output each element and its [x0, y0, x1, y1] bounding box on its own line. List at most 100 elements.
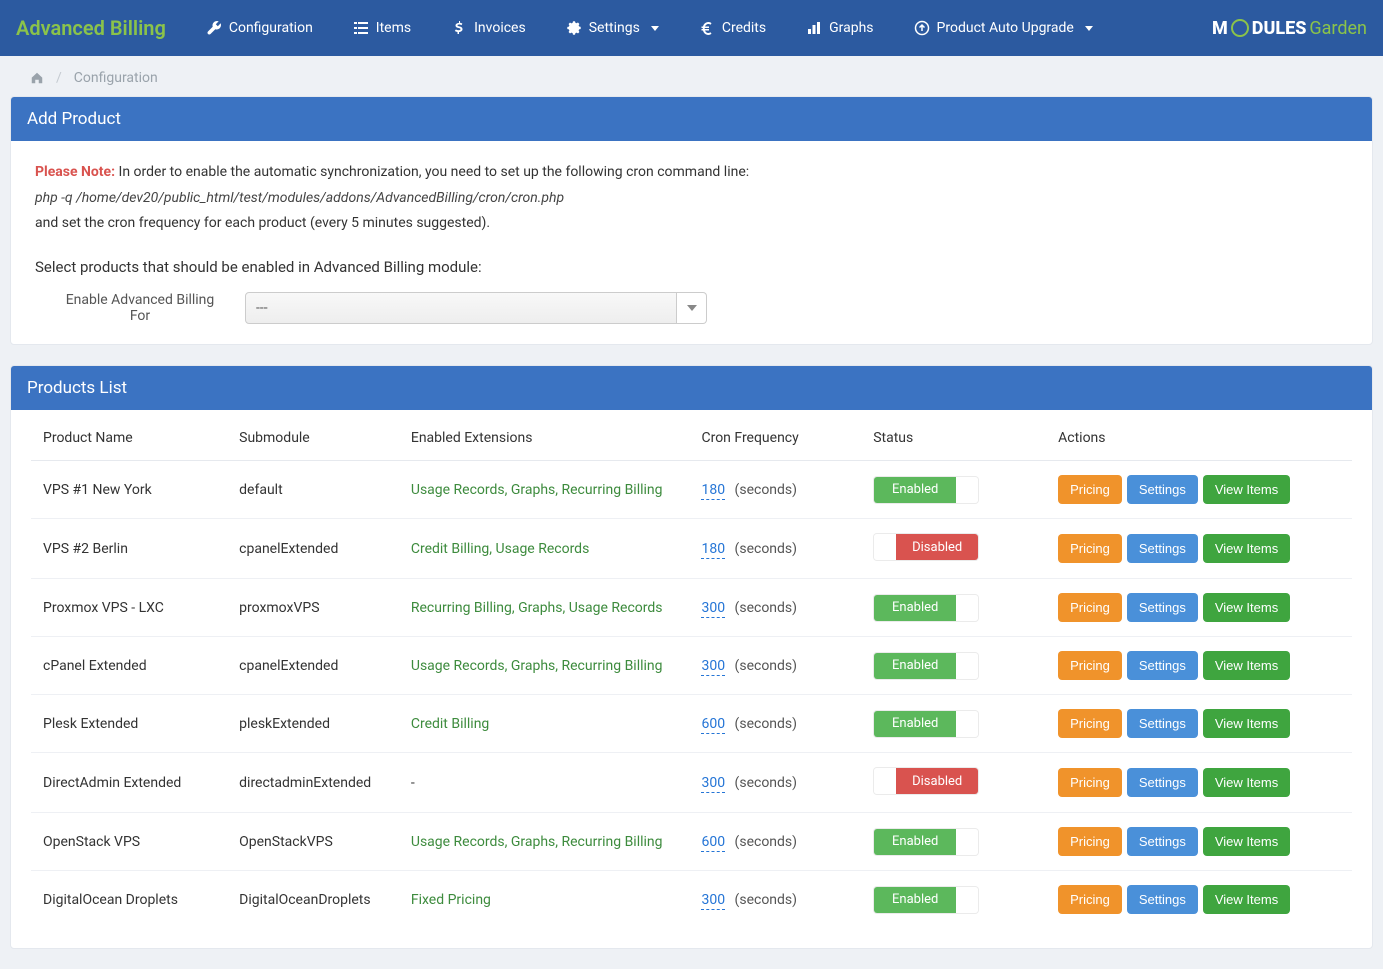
pricing-button[interactable]: Pricing — [1058, 534, 1122, 563]
settings-button[interactable]: Settings — [1127, 885, 1198, 914]
add-product-panel: Add Product Please Note: In order to ena… — [10, 96, 1373, 345]
nav-settings[interactable]: Settings — [546, 2, 679, 54]
status-toggle[interactable]: Enabled — [873, 652, 979, 680]
settings-button[interactable]: Settings — [1127, 475, 1198, 504]
cell-status: Enabled — [863, 579, 1048, 637]
view-items-button[interactable]: View Items — [1203, 593, 1290, 622]
product-select-value[interactable]: --- — [245, 292, 677, 324]
cell-extensions: Recurring Billing, Graphs, Usage Records — [401, 579, 692, 637]
status-toggle[interactable]: Disabled — [873, 767, 979, 795]
nav-configuration[interactable]: Configuration — [186, 2, 333, 54]
cell-submodule: cpanelExtended — [229, 637, 401, 695]
nav-invoices[interactable]: Invoices — [431, 2, 546, 54]
chevron-down-icon — [651, 26, 659, 31]
col-submodule: Submodule — [229, 416, 401, 461]
cell-extensions: Fixed Pricing — [401, 871, 692, 929]
pricing-button[interactable]: Pricing — [1058, 709, 1122, 738]
nav-graphs[interactable]: Graphs — [786, 2, 893, 54]
cell-cron: 300 (seconds) — [691, 871, 863, 929]
cell-actions: PricingSettingsView Items — [1048, 519, 1352, 579]
cell-extensions: Credit Billing, Usage Records — [401, 519, 692, 579]
nav-label: Configuration — [229, 20, 313, 36]
cron-value[interactable]: 180 — [701, 541, 725, 559]
globe-icon — [1231, 19, 1249, 37]
cell-product-name: DirectAdmin Extended — [31, 753, 229, 813]
cron-unit: (seconds) — [731, 716, 797, 732]
cell-actions: PricingSettingsView Items — [1048, 695, 1352, 753]
cron-value[interactable]: 300 — [701, 892, 725, 910]
cron-value[interactable]: 600 — [701, 834, 725, 852]
enable-billing-row: Enable Advanced Billing For --- — [35, 292, 1348, 324]
cell-extensions: Usage Records, Graphs, Recurring Billing — [401, 461, 692, 519]
status-toggle[interactable]: Enabled — [873, 594, 979, 622]
toggle-knob — [956, 887, 978, 913]
table-row: cPanel ExtendedcpanelExtendedUsage Recor… — [31, 637, 1352, 695]
pricing-button[interactable]: Pricing — [1058, 593, 1122, 622]
cron-value[interactable]: 300 — [701, 775, 725, 793]
nav-label: Product Auto Upgrade — [937, 20, 1074, 36]
enable-billing-label: Enable Advanced Billing For — [35, 292, 225, 324]
cell-submodule: directadminExtended — [229, 753, 401, 813]
col-product-name: Product Name — [31, 416, 229, 461]
settings-button[interactable]: Settings — [1127, 768, 1198, 797]
view-items-button[interactable]: View Items — [1203, 885, 1290, 914]
top-nav: Advanced Billing Configuration Items Inv… — [0, 0, 1383, 56]
toggle-knob — [956, 595, 978, 621]
view-items-button[interactable]: View Items — [1203, 475, 1290, 504]
cell-submodule: default — [229, 461, 401, 519]
status-toggle[interactable]: Enabled — [873, 828, 979, 856]
table-row: DirectAdmin ExtendeddirectadminExtended-… — [31, 753, 1352, 813]
status-toggle[interactable]: Enabled — [873, 476, 979, 504]
cron-value[interactable]: 600 — [701, 716, 725, 734]
nav-items-link[interactable]: Items — [333, 2, 431, 54]
toggle-label: Enabled — [874, 829, 956, 855]
settings-button[interactable]: Settings — [1127, 651, 1198, 680]
nav-credits[interactable]: Credits — [679, 2, 786, 54]
list-icon — [353, 20, 369, 36]
cell-product-name: cPanel Extended — [31, 637, 229, 695]
settings-button[interactable]: Settings — [1127, 593, 1198, 622]
view-items-button[interactable]: View Items — [1203, 651, 1290, 680]
col-extensions: Enabled Extensions — [401, 416, 692, 461]
view-items-button[interactable]: View Items — [1203, 709, 1290, 738]
cron-unit: (seconds) — [731, 892, 797, 908]
note-text: In order to enable the automatic synchro… — [119, 164, 750, 180]
pricing-button[interactable]: Pricing — [1058, 768, 1122, 797]
view-items-button[interactable]: View Items — [1203, 768, 1290, 797]
nav-items: Configuration Items Invoices Settings — [186, 2, 1212, 54]
view-items-button[interactable]: View Items — [1203, 534, 1290, 563]
cron-value[interactable]: 300 — [701, 600, 725, 618]
cron-value[interactable]: 180 — [701, 482, 725, 500]
status-toggle[interactable]: Enabled — [873, 886, 979, 914]
cell-product-name: Proxmox VPS - LXC — [31, 579, 229, 637]
toggle-label: Enabled — [874, 887, 956, 913]
product-select[interactable]: --- — [245, 292, 707, 324]
cron-note: Please Note: In order to enable the auto… — [35, 161, 1348, 183]
cell-status: Enabled — [863, 813, 1048, 871]
cron-unit: (seconds) — [731, 482, 797, 498]
status-toggle[interactable]: Disabled — [873, 533, 979, 561]
product-select-toggle[interactable] — [677, 292, 707, 324]
status-toggle[interactable]: Enabled — [873, 710, 979, 738]
settings-button[interactable]: Settings — [1127, 709, 1198, 738]
cell-product-name: OpenStack VPS — [31, 813, 229, 871]
pricing-button[interactable]: Pricing — [1058, 651, 1122, 680]
nav-auto-upgrade[interactable]: Product Auto Upgrade — [894, 2, 1113, 54]
home-icon[interactable] — [30, 71, 44, 85]
cell-product-name: Plesk Extended — [31, 695, 229, 753]
note-text-2: and set the cron frequency for each prod… — [35, 212, 1348, 234]
panel-body: Product Name Submodule Enabled Extension… — [11, 410, 1372, 948]
settings-button[interactable]: Settings — [1127, 534, 1198, 563]
pricing-button[interactable]: Pricing — [1058, 827, 1122, 856]
cell-submodule: OpenStackVPS — [229, 813, 401, 871]
pricing-button[interactable]: Pricing — [1058, 475, 1122, 504]
cell-submodule: DigitalOceanDroplets — [229, 871, 401, 929]
cell-actions: PricingSettingsView Items — [1048, 813, 1352, 871]
settings-button[interactable]: Settings — [1127, 827, 1198, 856]
cell-actions: PricingSettingsView Items — [1048, 461, 1352, 519]
cell-status: Disabled — [863, 753, 1048, 813]
cron-value[interactable]: 300 — [701, 658, 725, 676]
view-items-button[interactable]: View Items — [1203, 827, 1290, 856]
pricing-button[interactable]: Pricing — [1058, 885, 1122, 914]
table-row: Plesk ExtendedpleskExtendedCredit Billin… — [31, 695, 1352, 753]
